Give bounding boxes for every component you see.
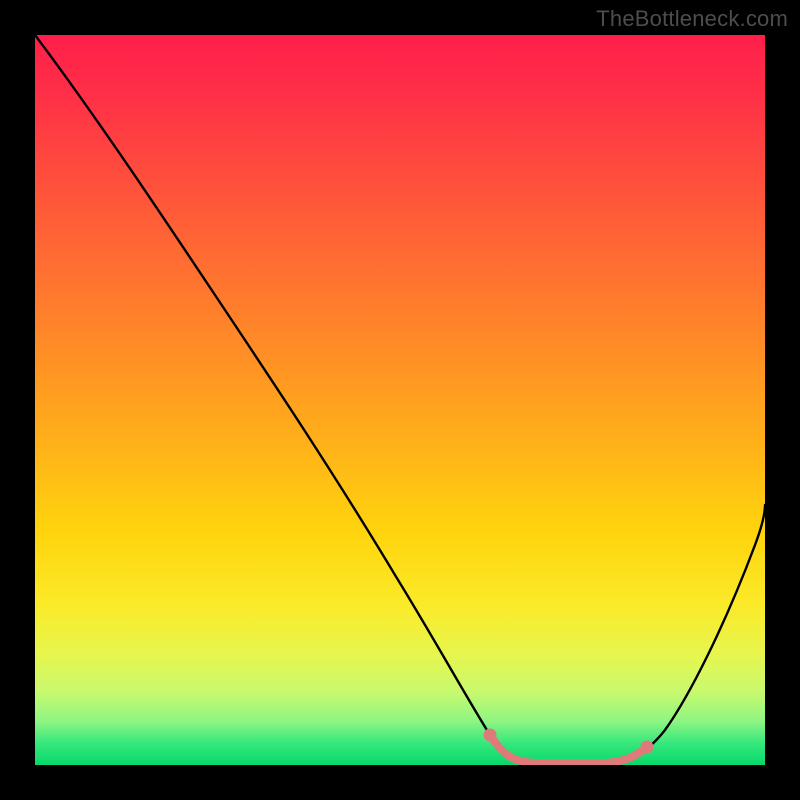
plot-area [35,35,765,765]
highlight-dot-left [484,729,497,742]
highlight-segment [490,735,647,763]
chart-frame: TheBottleneck.com [0,0,800,800]
curve-path [35,35,765,763]
highlight-dot-right [641,741,654,754]
bottleneck-curve [35,35,765,765]
attribution-text: TheBottleneck.com [596,6,788,32]
